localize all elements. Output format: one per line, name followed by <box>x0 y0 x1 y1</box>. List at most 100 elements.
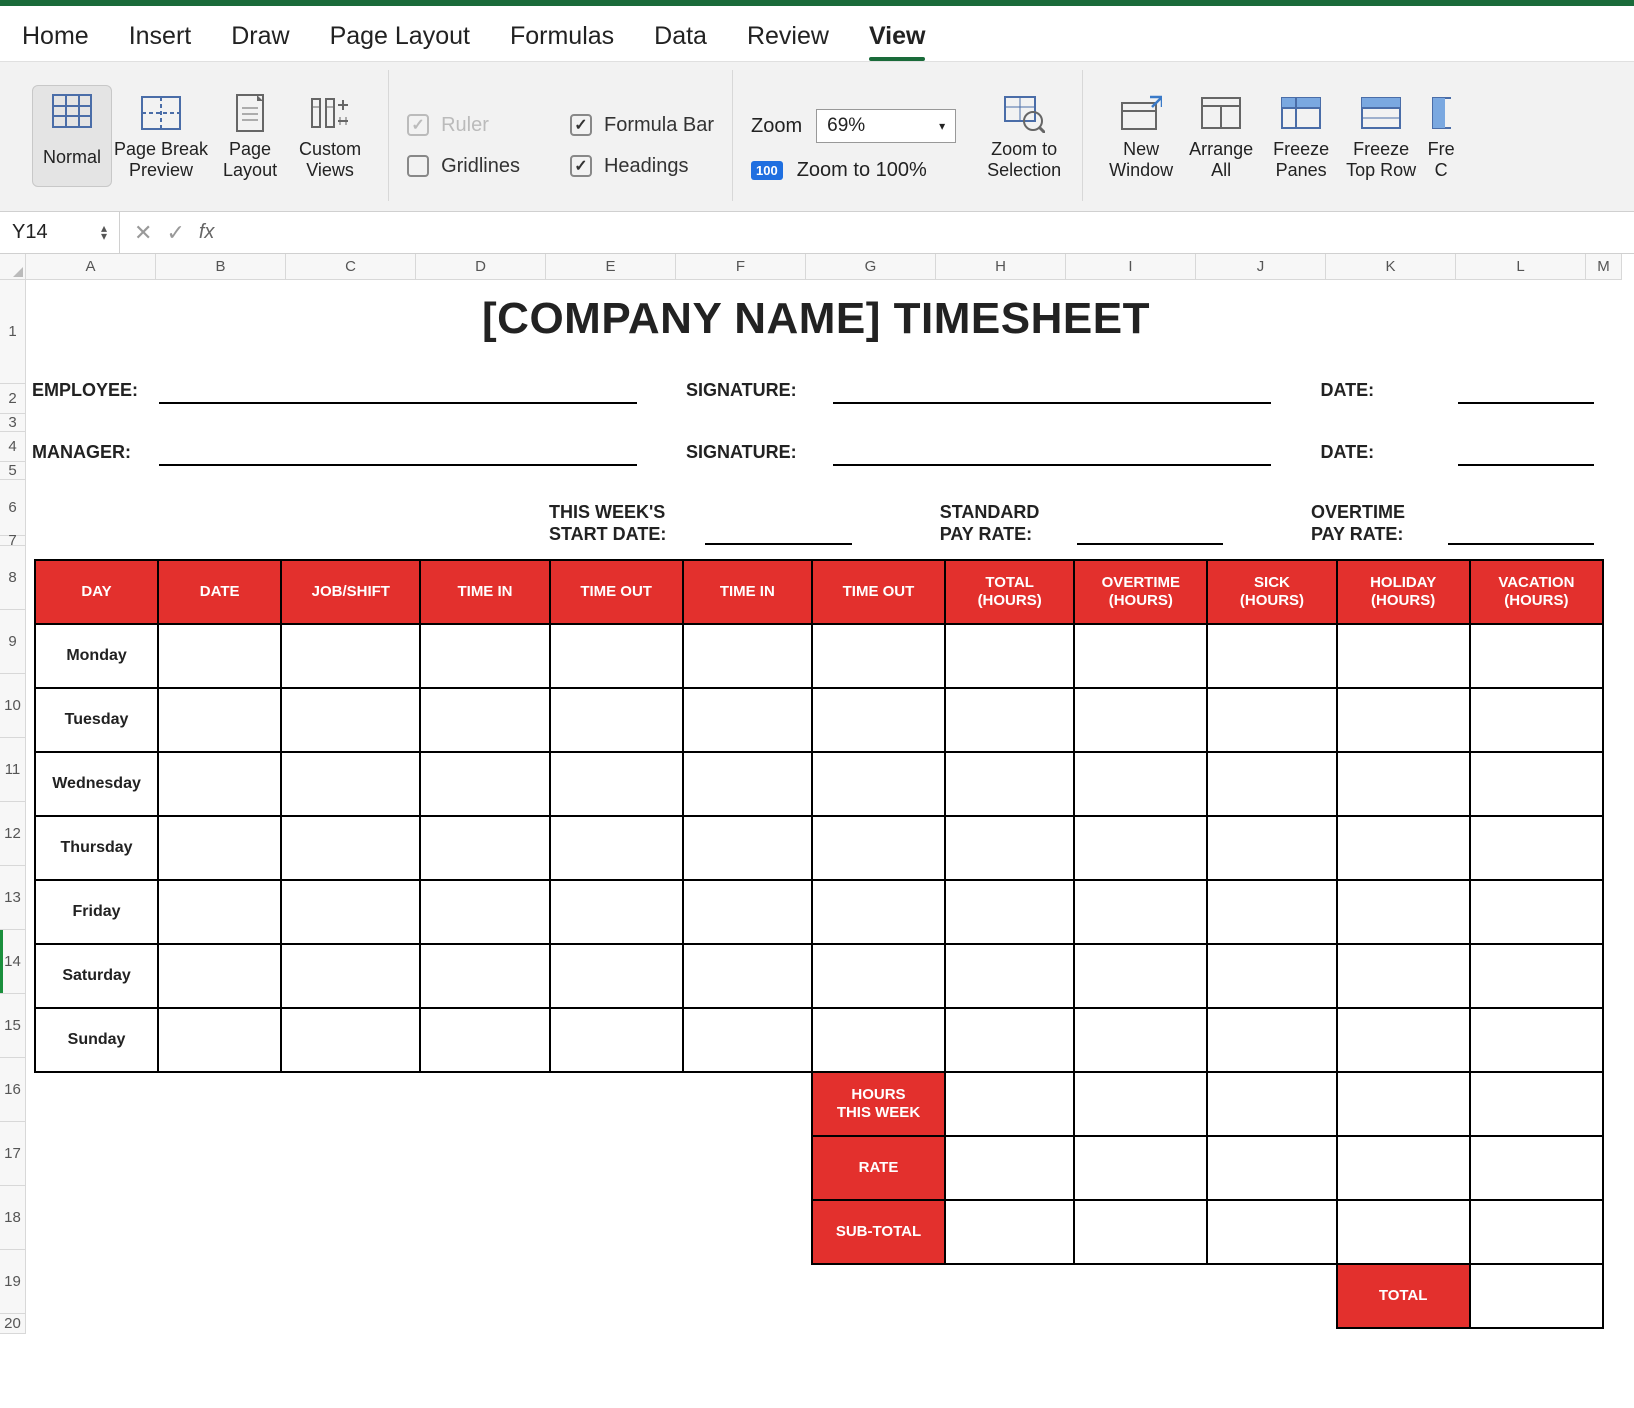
tab-review[interactable]: Review <box>747 22 829 59</box>
column-header[interactable]: C <box>286 254 416 280</box>
column-header[interactable]: E <box>546 254 676 280</box>
signature-field[interactable] <box>833 380 1272 404</box>
column-header[interactable]: A <box>26 254 156 280</box>
custom-views-button[interactable]: Custom Views <box>290 90 370 182</box>
date-field[interactable] <box>1458 380 1595 404</box>
data-cell[interactable] <box>812 1008 945 1072</box>
data-cell[interactable] <box>1074 624 1207 688</box>
row-header[interactable]: 6 <box>0 480 26 536</box>
normal-view-button[interactable]: Normal <box>32 85 112 187</box>
row-header[interactable]: 11 <box>0 738 26 802</box>
data-cell[interactable] <box>420 816 549 880</box>
enter-icon[interactable]: ✓ <box>166 220 184 246</box>
data-cell[interactable] <box>420 688 549 752</box>
data-cell[interactable] <box>683 624 812 688</box>
data-cell[interactable] <box>1337 880 1470 944</box>
row-header[interactable]: 10 <box>0 674 26 738</box>
row-header[interactable]: 1 <box>0 280 26 384</box>
data-cell[interactable] <box>1470 944 1603 1008</box>
data-cell[interactable] <box>1470 752 1603 816</box>
row-header[interactable]: 3 <box>0 414 26 432</box>
data-cell[interactable] <box>420 880 549 944</box>
employee-field[interactable] <box>159 380 637 404</box>
data-cell[interactable] <box>1337 944 1470 1008</box>
cancel-icon[interactable]: ✕ <box>134 220 152 246</box>
data-cell[interactable] <box>683 880 812 944</box>
data-cell[interactable] <box>1207 880 1336 944</box>
data-cell[interactable] <box>945 944 1074 1008</box>
summary-cell[interactable] <box>945 1072 1074 1136</box>
week-start-field[interactable] <box>705 521 851 545</box>
row-header[interactable]: 8 <box>0 546 26 610</box>
data-cell[interactable] <box>158 816 281 880</box>
select-all-cell[interactable] <box>0 254 26 280</box>
data-cell[interactable] <box>945 816 1074 880</box>
data-cell[interactable] <box>1470 688 1603 752</box>
summary-cell[interactable] <box>1337 1200 1470 1264</box>
freeze-col-button-partial[interactable]: Fre C <box>1421 90 1461 182</box>
data-cell[interactable] <box>1207 752 1336 816</box>
data-cell[interactable] <box>281 1008 420 1072</box>
day-cell[interactable]: Wednesday <box>35 752 158 816</box>
date-field-2[interactable] <box>1458 442 1595 466</box>
data-cell[interactable] <box>1337 752 1470 816</box>
day-cell[interactable]: Friday <box>35 880 158 944</box>
data-cell[interactable] <box>550 624 683 688</box>
data-cell[interactable] <box>812 944 945 1008</box>
tab-data[interactable]: Data <box>654 22 707 59</box>
formula-bar-checkbox[interactable]: Formula Bar <box>570 114 714 137</box>
column-header[interactable]: G <box>806 254 936 280</box>
data-cell[interactable] <box>683 944 812 1008</box>
data-cell[interactable] <box>550 880 683 944</box>
data-cell[interactable] <box>550 816 683 880</box>
zoom-to-selection-button[interactable]: Zoom to Selection <box>984 90 1064 182</box>
data-cell[interactable] <box>1337 1008 1470 1072</box>
data-cell[interactable] <box>1207 944 1336 1008</box>
data-cell[interactable] <box>1470 1008 1603 1072</box>
data-cell[interactable] <box>1470 880 1603 944</box>
row-header[interactable]: 15 <box>0 994 26 1058</box>
std-rate-field[interactable] <box>1077 521 1223 545</box>
summary-cell[interactable] <box>945 1200 1074 1264</box>
row-header[interactable]: 5 <box>0 462 26 480</box>
data-cell[interactable] <box>945 880 1074 944</box>
column-header[interactable]: L <box>1456 254 1586 280</box>
summary-cell[interactable] <box>1074 1136 1207 1200</box>
ruler-checkbox[interactable]: Ruler <box>407 114 520 137</box>
summary-cell[interactable] <box>1470 1072 1603 1136</box>
data-cell[interactable] <box>1074 752 1207 816</box>
summary-cell[interactable] <box>1337 1136 1470 1200</box>
row-header[interactable]: 18 <box>0 1186 26 1250</box>
data-cell[interactable] <box>281 816 420 880</box>
manager-field[interactable] <box>159 442 637 466</box>
data-cell[interactable] <box>1470 816 1603 880</box>
column-header[interactable]: D <box>416 254 546 280</box>
data-cell[interactable] <box>158 944 281 1008</box>
data-cell[interactable] <box>420 944 549 1008</box>
column-header[interactable]: K <box>1326 254 1456 280</box>
zoom-select[interactable]: 69% ▾ <box>816 109 956 143</box>
data-cell[interactable] <box>1074 688 1207 752</box>
data-cell[interactable] <box>812 816 945 880</box>
day-cell[interactable]: Sunday <box>35 1008 158 1072</box>
row-header[interactable]: 13 <box>0 866 26 930</box>
data-cell[interactable] <box>550 944 683 1008</box>
column-header[interactable]: I <box>1066 254 1196 280</box>
column-header[interactable]: F <box>676 254 806 280</box>
row-header[interactable]: 9 <box>0 610 26 674</box>
data-cell[interactable] <box>683 1008 812 1072</box>
summary-cell[interactable] <box>1337 1072 1470 1136</box>
day-cell[interactable]: Thursday <box>35 816 158 880</box>
data-cell[interactable] <box>550 688 683 752</box>
data-cell[interactable] <box>1207 816 1336 880</box>
page-break-preview-button[interactable]: Page Break Preview <box>112 90 210 182</box>
summary-cell[interactable] <box>945 1136 1074 1200</box>
data-cell[interactable] <box>683 752 812 816</box>
data-cell[interactable] <box>1337 816 1470 880</box>
data-cell[interactable] <box>1074 816 1207 880</box>
day-cell[interactable]: Tuesday <box>35 688 158 752</box>
data-cell[interactable] <box>945 688 1074 752</box>
data-cell[interactable] <box>550 752 683 816</box>
row-header[interactable]: 12 <box>0 802 26 866</box>
gridlines-checkbox[interactable]: Gridlines <box>407 155 520 178</box>
